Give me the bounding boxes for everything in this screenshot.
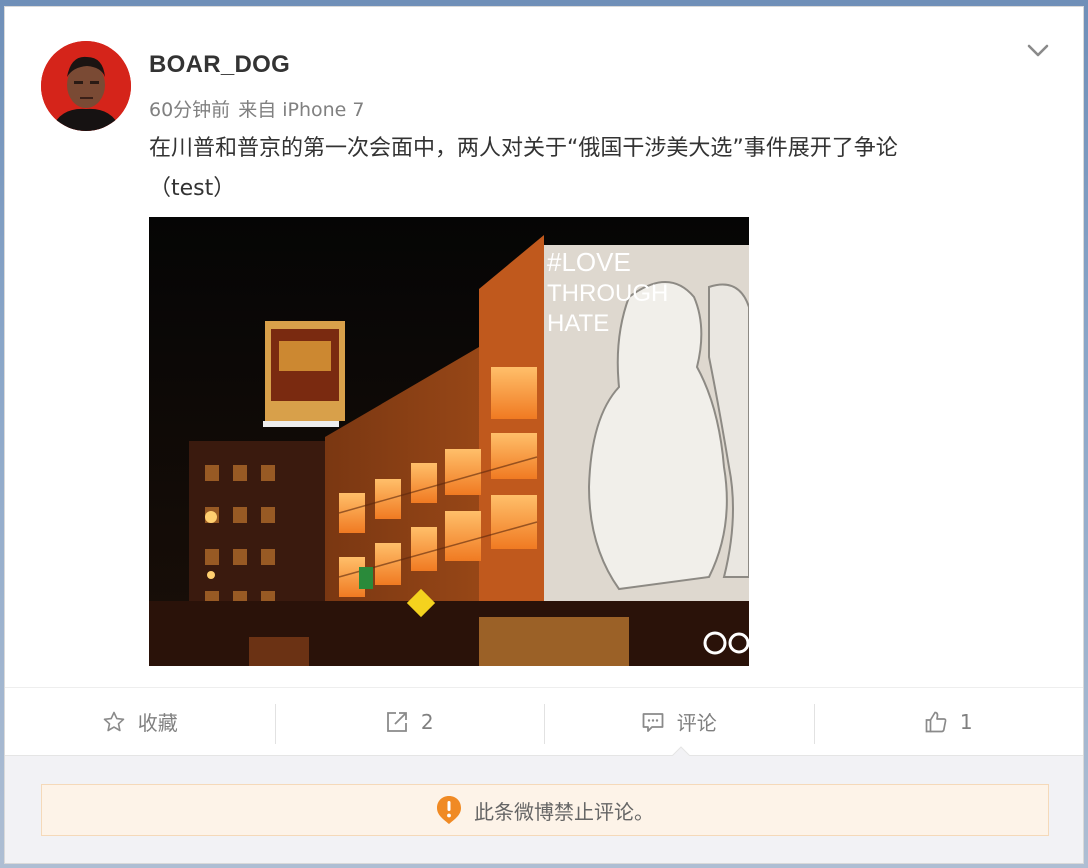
favorite-button[interactable]: 收藏: [5, 688, 275, 755]
weibo-post-card: BOAR_DOG 60分钟前 来自 iPhone 7 在川普和普京的第一次会面中，…: [4, 6, 1084, 864]
avatar[interactable]: [41, 41, 131, 131]
like-button[interactable]: 1: [813, 688, 1084, 755]
post-actions-bar: 收藏 2 评论 1: [5, 687, 1083, 755]
warning-icon: [436, 795, 462, 825]
post-text-line: 在川普和普京的第一次会面中，两人对关于“俄国干涉美大选”事件展开了争论: [149, 136, 898, 161]
image-projection-text: THROUGH: [547, 280, 668, 307]
like-count: 1: [959, 709, 973, 734]
comment-icon: [641, 710, 665, 734]
favorite-label: 收藏: [137, 711, 178, 735]
chevron-down-icon[interactable]: [1023, 37, 1053, 63]
repost-button[interactable]: 2: [274, 688, 545, 755]
comment-panel-caret: [671, 746, 691, 757]
comments-disabled-notice: 此条微博禁止评论。: [41, 784, 1049, 836]
post-source: 来自 iPhone 7: [238, 99, 365, 121]
thumbs-up-icon: [924, 710, 948, 734]
repost-count: 2: [420, 709, 434, 734]
post-time[interactable]: 60分钟前: [149, 99, 230, 121]
username[interactable]: BOAR_DOG: [149, 51, 290, 79]
comments-disabled-text: 此条微博禁止评论。: [474, 799, 654, 824]
post-text: 在川普和普京的第一次会面中，两人对关于“俄国干涉美大选”事件展开了争论 （tes…: [149, 129, 1019, 209]
comment-button[interactable]: 评论: [544, 688, 814, 755]
share-icon: [385, 710, 409, 734]
comment-panel: 此条微博禁止评论。: [5, 746, 1083, 863]
post-text-line: （test）: [149, 176, 236, 201]
post-image[interactable]: #LOVE THROUGH HATE: [149, 217, 749, 666]
image-projection-text: #LOVE: [547, 247, 631, 277]
comment-label: 评论: [676, 711, 717, 735]
post-meta: 60分钟前 来自 iPhone 7: [149, 95, 373, 122]
image-projection-text: HATE: [547, 310, 609, 337]
star-icon: [102, 710, 126, 734]
